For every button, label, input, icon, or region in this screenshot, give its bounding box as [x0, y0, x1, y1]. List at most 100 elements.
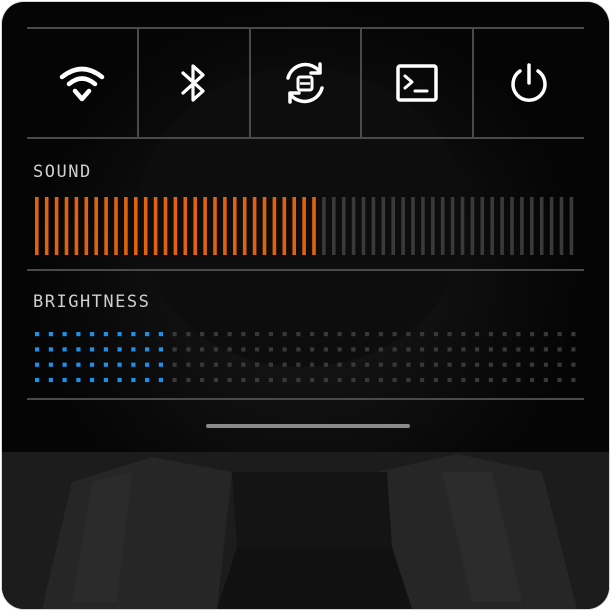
brightness-level-dot [447, 347, 452, 352]
brightness-level-dot [323, 377, 328, 383]
sound-level-bar [322, 197, 326, 255]
brightness-level-dot [365, 332, 370, 337]
sound-level-bar [440, 197, 445, 255]
brightness-level-dot [90, 362, 95, 367]
brightness-level-dot [461, 377, 466, 383]
brightness-level-dot [378, 362, 383, 367]
sound-level-bar [84, 197, 89, 255]
brightness-level-dot [433, 362, 438, 367]
brightness-level-dot [131, 347, 136, 352]
brightness-level-dot [420, 332, 425, 337]
terminal-icon [396, 64, 439, 102]
brightness-level-dot [296, 362, 301, 367]
quick-toggles [27, 27, 584, 139]
sound-level-bar [203, 197, 207, 255]
drag-handle[interactable] [206, 424, 410, 428]
sound-level-bar [520, 197, 524, 255]
brightness-level-dot [530, 362, 535, 367]
brightness-level-dot [62, 377, 67, 383]
brightness-level-dot [351, 332, 356, 337]
sound-level-bar [371, 197, 376, 255]
brightness-level-dot [461, 362, 466, 367]
brightness-level-dot [392, 347, 397, 352]
brightness-level-dot [255, 377, 260, 383]
brightness-level-dot [502, 347, 507, 352]
terminal-toggle[interactable] [362, 29, 475, 137]
brightness-level-dot [296, 332, 301, 337]
brightness-level-dot [516, 362, 521, 367]
brightness-level-dot [35, 332, 40, 337]
brightness-level-dot [241, 347, 246, 352]
brightness-level-dot [420, 377, 425, 383]
brightness-level-dot [310, 362, 315, 367]
brightness-level-dot [475, 362, 480, 367]
brightness-level-dot [323, 347, 328, 352]
sound-level-bar [262, 197, 267, 255]
sound-slider[interactable] [35, 197, 580, 255]
sound-level-bar [124, 197, 128, 255]
sound-level-bar [272, 197, 277, 255]
brightness-level-dot [337, 332, 342, 337]
wifi-toggle[interactable] [27, 29, 139, 137]
brightness-level-dot [200, 362, 205, 367]
brightness-level-dot [406, 377, 411, 383]
brightness-level-dot [145, 347, 150, 352]
brightness-level-dot [543, 347, 548, 352]
brightness-level-dot [543, 362, 548, 367]
brightness-level-dot [530, 332, 535, 337]
sound-level-bar [173, 197, 178, 255]
sound-level-bar [569, 197, 574, 255]
sound-level-bar [143, 197, 148, 255]
brightness-level-dot [502, 377, 507, 383]
power-toggle[interactable] [474, 29, 584, 137]
sound-level-bar [223, 197, 227, 255]
brightness-level-dot [186, 347, 191, 352]
sound-level-bar [213, 197, 217, 255]
brightness-level-dot [392, 377, 397, 383]
brightness-level-dot [35, 347, 40, 352]
brightness-level-dot [461, 332, 466, 337]
power-icon [511, 63, 547, 102]
sound-level-bar [54, 197, 59, 255]
brightness-level-dot [35, 362, 40, 367]
brightness-slider[interactable] [35, 332, 580, 384]
sound-label: SOUND [33, 162, 92, 182]
brightness-level-dot [35, 377, 40, 383]
brightness-level-dot [158, 377, 163, 383]
brightness-level-dot [131, 332, 136, 337]
brightness-level-dot [268, 362, 273, 367]
sound-level-bar [549, 197, 554, 255]
brightness-level-dot [337, 362, 342, 367]
brightness-level-dot [48, 362, 53, 367]
brightness-level-dot [103, 362, 108, 367]
sound-level-bar [134, 197, 138, 255]
brightness-level-dot [103, 377, 108, 383]
bluetooth-icon [181, 64, 205, 102]
sound-level-bar [490, 197, 494, 255]
brightness-level-dot [131, 362, 136, 367]
sound-level-bar [292, 197, 296, 255]
bluetooth-toggle[interactable] [139, 29, 251, 137]
sound-level-bar [153, 197, 158, 255]
brightness-level-dot [447, 377, 452, 383]
brightness-level-dot [255, 362, 260, 367]
sound-level-bar [332, 197, 336, 255]
brightness-level-dot [310, 332, 315, 337]
brightness-level-dot [406, 332, 411, 337]
brightness-level-dot [502, 362, 507, 367]
brightness-level-dot [172, 377, 177, 383]
sound-level-bar [183, 197, 188, 255]
brightness-level-dot [475, 332, 480, 337]
brightness-level-dot [516, 332, 521, 337]
rotate-lock-icon [286, 62, 325, 104]
sound-level-bar [351, 197, 356, 255]
brightness-level-dot [255, 332, 260, 337]
rotation-lock-toggle[interactable] [251, 29, 363, 137]
brightness-level-dot [296, 377, 301, 383]
brightness-level-dot [543, 332, 548, 337]
brightness-level-dot [48, 347, 53, 352]
brightness-level-dot [282, 377, 287, 383]
brightness-level-dot [296, 347, 301, 352]
sound-level-bar [44, 197, 49, 255]
brightness-level-dot [76, 362, 81, 367]
